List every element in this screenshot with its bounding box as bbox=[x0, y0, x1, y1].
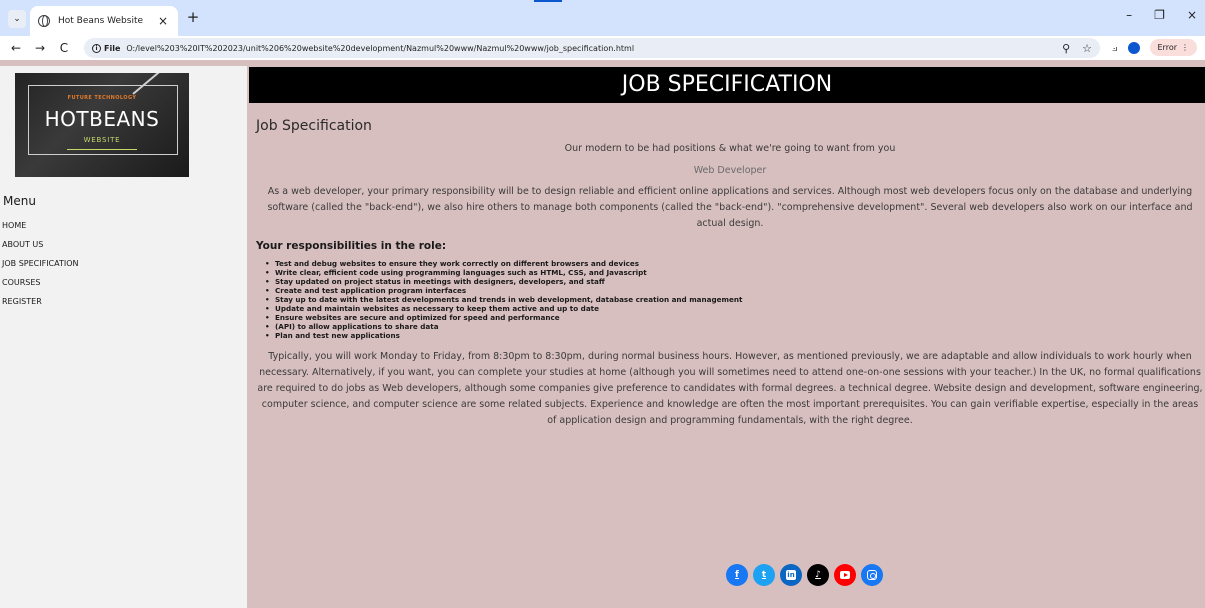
menu-item-register: REGISTER bbox=[0, 296, 79, 308]
menu-list: HOME ABOUT US JOB SPECIFICATION COURSES … bbox=[0, 220, 79, 315]
more-icon: ⋮ bbox=[1181, 43, 1189, 52]
youtube-play-glyph bbox=[840, 571, 850, 579]
logo-name: HOTBEANS bbox=[44, 107, 160, 131]
file-label: File bbox=[104, 43, 121, 53]
bookmark-star-icon[interactable]: ☆ bbox=[1082, 42, 1092, 55]
linkedin-icon[interactable]: in bbox=[780, 564, 802, 586]
menu-item-job-specification: JOB SPECIFICATION bbox=[0, 258, 79, 270]
new-tab-button[interactable]: + bbox=[184, 8, 202, 26]
linkedin-glyph: in bbox=[786, 570, 796, 580]
tab-search-button[interactable]: ⌄ bbox=[8, 10, 26, 28]
logo-sub: WEBSITE bbox=[83, 136, 121, 144]
instagram-icon[interactable] bbox=[861, 564, 883, 586]
info-icon: i bbox=[92, 43, 101, 53]
youtube-icon[interactable] bbox=[834, 564, 856, 586]
facebook-glyph: f bbox=[735, 570, 739, 580]
main-content: Job Specification Our modern to be had p… bbox=[256, 118, 1204, 429]
responsibilities-heading: Your responsibilities in the role: bbox=[256, 240, 447, 252]
toolbar-right: ⟓ Error ⋮ bbox=[1112, 39, 1197, 56]
restore-button[interactable]: ❐ bbox=[1154, 8, 1165, 22]
sidebar: FUTURE TECHNOLOGY HOTBEANS WEBSITE Menu … bbox=[0, 66, 247, 608]
menu-link-about-us[interactable]: ABOUT US bbox=[0, 239, 79, 251]
list-item: Create and test application program inte… bbox=[265, 286, 1204, 295]
browser-tab[interactable]: Hot Beans Website × bbox=[30, 6, 178, 36]
minimize-button[interactable]: – bbox=[1126, 8, 1132, 22]
facebook-icon[interactable]: f bbox=[726, 564, 748, 586]
logo-underline bbox=[67, 149, 137, 150]
menu-link-job-specification[interactable]: JOB SPECIFICATION bbox=[0, 258, 79, 270]
tab-title: Hot Beans Website bbox=[58, 16, 144, 26]
menu-link-courses[interactable]: COURSES bbox=[0, 277, 79, 289]
intro-paragraph: As a web developer, your primary respons… bbox=[267, 186, 1193, 229]
window-close-button[interactable]: × bbox=[1187, 8, 1197, 22]
tagline: Our modern to be had positions & what we… bbox=[564, 143, 896, 154]
globe-icon bbox=[38, 15, 50, 27]
list-item: Plan and test new applications bbox=[265, 331, 1204, 340]
menu-link-register[interactable]: REGISTER bbox=[0, 296, 79, 308]
role-title: Web Developer bbox=[693, 165, 767, 176]
logo-tagline: FUTURE TECHNOLOGY bbox=[67, 95, 137, 101]
responsibilities-list: Test and debug websites to ensure they w… bbox=[256, 259, 1204, 340]
instagram-glyph bbox=[867, 570, 877, 580]
page-header: JOB SPECIFICATION bbox=[249, 67, 1205, 103]
list-item: Stay up to date with the latest developm… bbox=[265, 295, 1204, 304]
top-indicator bbox=[534, 0, 562, 2]
list-item: Write clear, efficient code using progra… bbox=[265, 268, 1204, 277]
menu-item-courses: COURSES bbox=[0, 277, 79, 289]
hotbeans-logo: FUTURE TECHNOLOGY HOTBEANS WEBSITE bbox=[15, 73, 189, 177]
omnibox-icons: ⚲ ☆ bbox=[1062, 42, 1092, 55]
menu-title: Menu bbox=[3, 194, 36, 208]
list-item: Update and maintain websites as necessar… bbox=[265, 304, 1204, 313]
forward-button[interactable]: → bbox=[32, 39, 48, 57]
list-item: Stay updated on project status in meetin… bbox=[265, 277, 1204, 286]
menu-link-home[interactable]: HOME bbox=[0, 220, 79, 232]
profile-icon[interactable] bbox=[1127, 41, 1140, 54]
window-controls: – ❐ × bbox=[1126, 8, 1197, 22]
url-text[interactable]: O:/level%203%20IT%202023/unit%206%20webs… bbox=[126, 44, 1062, 53]
web-page: FUTURE TECHNOLOGY HOTBEANS WEBSITE Menu … bbox=[0, 60, 1205, 608]
list-item: (API) to allow applications to share dat… bbox=[265, 322, 1204, 331]
menu-item-about-us: ABOUT US bbox=[0, 239, 79, 251]
browser-tab-bar: ⌄ Hot Beans Website × + – ❐ × bbox=[0, 0, 1205, 36]
zoom-icon[interactable]: ⚲ bbox=[1062, 42, 1070, 55]
browser-toolbar: ← → C i File O:/level%203%20IT%202023/un… bbox=[0, 36, 1205, 60]
extensions-icon[interactable]: ⟓ bbox=[1112, 40, 1118, 55]
reload-button[interactable]: C bbox=[56, 39, 72, 57]
menu-item-home: HOME bbox=[0, 220, 79, 232]
site-info-chip[interactable]: i File bbox=[92, 43, 121, 53]
page-title: Job Specification bbox=[256, 118, 372, 134]
twitter-glyph: t bbox=[761, 570, 767, 580]
tiktok-icon[interactable]: ♪ bbox=[807, 564, 829, 586]
back-button[interactable]: ← bbox=[8, 39, 24, 57]
tab-close-button[interactable]: × bbox=[156, 14, 170, 28]
error-label: Error bbox=[1157, 43, 1178, 52]
address-bar[interactable]: i File O:/level%203%20IT%202023/unit%206… bbox=[84, 38, 1100, 58]
list-item: Test and debug websites to ensure they w… bbox=[265, 259, 1204, 268]
error-button[interactable]: Error ⋮ bbox=[1149, 39, 1197, 56]
closing-paragraph: Typically, you will work Monday to Frida… bbox=[257, 351, 1203, 426]
social-links: f t in ♪ bbox=[726, 564, 883, 586]
twitter-icon[interactable]: t bbox=[753, 564, 775, 586]
list-item: Ensure websites are secure and optimized… bbox=[265, 313, 1204, 322]
tiktok-glyph: ♪ bbox=[815, 570, 821, 580]
